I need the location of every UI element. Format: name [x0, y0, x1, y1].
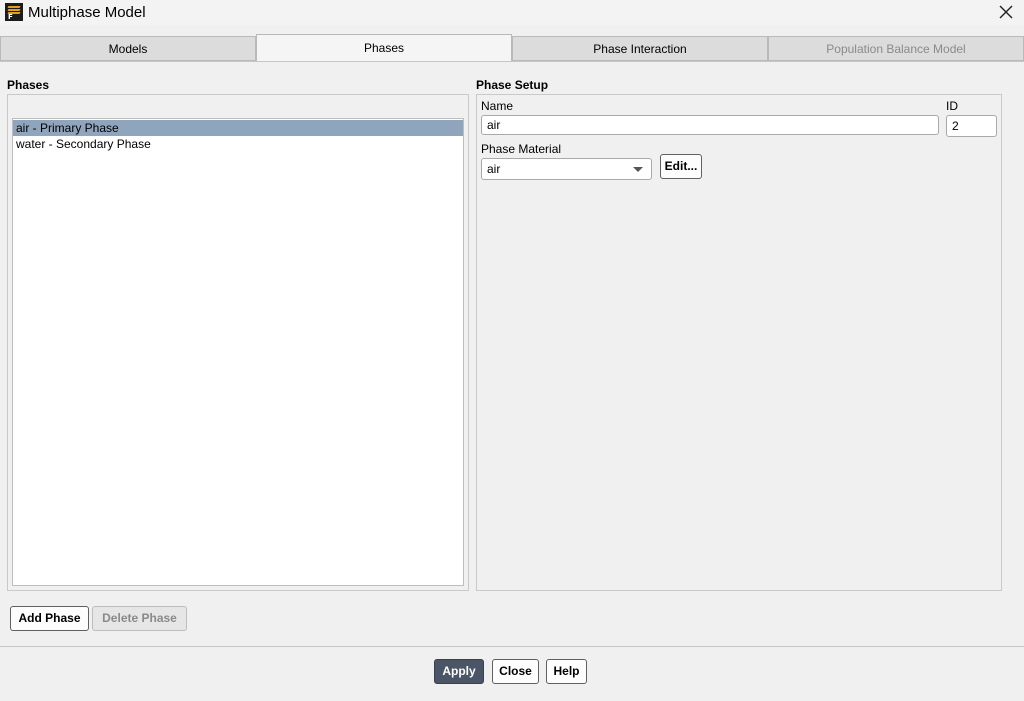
add-phase-button[interactable]: Add Phase	[10, 606, 89, 631]
tab-phase-interaction[interactable]: Phase Interaction	[512, 36, 768, 61]
phase-material-value: air	[487, 162, 501, 176]
tab-phases[interactable]: Phases	[256, 34, 512, 62]
phase-material-label: Phase Material	[481, 142, 562, 156]
list-item[interactable]: water - Secondary Phase	[13, 136, 463, 152]
help-button[interactable]: Help	[546, 659, 587, 684]
phase-setup-header: Phase Setup	[476, 78, 549, 92]
window-title: Multiphase Model	[28, 4, 146, 21]
title-bar: F Multiphase Model	[0, 0, 1024, 25]
id-field[interactable]: 2	[946, 115, 997, 137]
tab-models[interactable]: Models	[0, 36, 256, 61]
chevron-down-icon	[633, 167, 643, 172]
id-label: ID	[946, 99, 958, 113]
phases-header: Phases	[7, 78, 50, 92]
close-button[interactable]: Close	[492, 659, 539, 684]
tab-strip: Models Phases Phase Interaction Populati…	[0, 34, 1024, 62]
name-field[interactable]: air	[481, 115, 939, 135]
apply-button[interactable]: Apply	[434, 659, 484, 684]
tab-population-balance-model: Population Balance Model	[768, 36, 1024, 61]
list-item[interactable]: air - Primary Phase	[13, 120, 463, 136]
phase-material-dropdown[interactable]: air	[481, 158, 652, 180]
name-label: Name	[481, 99, 514, 113]
edit-button[interactable]: Edit...	[660, 154, 702, 179]
fluent-app-icon: F	[5, 3, 23, 21]
close-icon[interactable]	[996, 2, 1016, 22]
delete-phase-button: Delete Phase	[92, 606, 187, 631]
phases-list[interactable]: air - Primary Phase water - Secondary Ph…	[12, 118, 464, 586]
dialog-footer: Apply Close Help	[0, 646, 1024, 701]
